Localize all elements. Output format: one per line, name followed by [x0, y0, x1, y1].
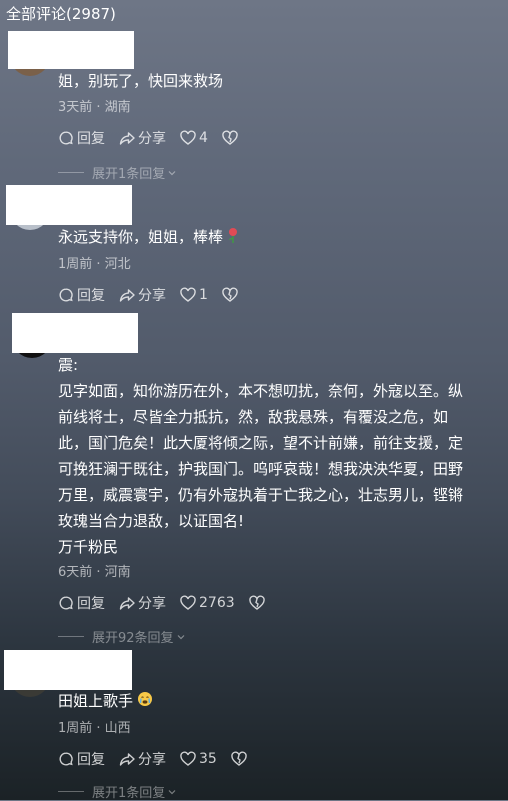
expand-replies-button[interactable]: 展开1条回复 [58, 782, 177, 801]
reply-label: 回复 [77, 288, 105, 304]
like-count: 1 [199, 287, 208, 303]
comment-text-line: 震: [58, 356, 79, 374]
reply-bubble-icon [59, 596, 73, 610]
dislike-button[interactable] [231, 751, 250, 767]
comment-actions: 回复 分享 35 [58, 749, 264, 769]
comment-text: 田姐上歌手 [58, 688, 502, 715]
like-button[interactable]: 1 [180, 287, 208, 303]
share-label: 分享 [138, 288, 166, 304]
like-count: 4 [199, 130, 208, 146]
redacted-username [12, 313, 138, 353]
reply-button[interactable]: 回复 [58, 593, 105, 613]
comment-meta: 3天前 · 湖南 [58, 100, 131, 115]
redacted-username [6, 185, 132, 225]
comment-actions: 回复 分享 1 [58, 285, 255, 305]
comment-text-line: 此，国门危矣！此大厦将倾之际，望不计前嫌，前往支援，定 [58, 434, 464, 452]
share-button[interactable]: 分享 [119, 593, 166, 613]
expand-divider [58, 791, 84, 792]
comment-actions: 回复 分享 4 [58, 128, 255, 148]
reply-button[interactable]: 回复 [58, 285, 105, 305]
dislike-button[interactable] [248, 595, 268, 611]
comment-meta: 1周前 · 山西 [58, 721, 131, 736]
reply-bubble-icon [59, 288, 73, 302]
comment-text-line: 万千粉民 [58, 538, 119, 556]
chevron-down-icon [177, 634, 184, 639]
share-arrow-icon [119, 597, 135, 610]
comment-text-content: 田姐上歌手 [58, 692, 134, 710]
like-count: 2763 [199, 595, 235, 611]
reply-button[interactable]: 回复 [58, 128, 105, 148]
reply-label: 回复 [77, 131, 105, 147]
comment-text-line: 玫瑰当合力退敌，以证国名! [58, 512, 245, 530]
comment-text: 姐，别玩了，快回来救场 [58, 72, 224, 90]
expand-replies-label: 展开1条回复 [92, 167, 166, 182]
expand-replies-button[interactable]: 展开92条回复 [58, 627, 186, 646]
reply-bubble-icon [59, 131, 73, 145]
like-button[interactable]: 2763 [180, 595, 235, 611]
reply-button[interactable]: 回复 [58, 749, 105, 769]
heart-icon [180, 595, 196, 610]
page-title: 全部评论(2987) [6, 5, 116, 23]
like-button[interactable]: 4 [180, 130, 208, 146]
comment-meta: 1周前 · 河北 [58, 257, 131, 272]
rose-icon [227, 225, 239, 251]
expand-divider [58, 172, 84, 173]
crying-face-icon [137, 689, 153, 715]
redacted-username [8, 31, 134, 69]
comment-actions: 回复 分享 2763 [58, 593, 282, 613]
share-label: 分享 [138, 596, 166, 612]
share-label: 分享 [138, 752, 166, 768]
comment-text: 永远支持你，姐姐，棒棒 [58, 224, 502, 251]
heart-icon [180, 751, 196, 766]
share-button[interactable]: 分享 [119, 285, 166, 305]
reply-label: 回复 [77, 596, 105, 612]
chevron-down-icon [168, 789, 176, 794]
like-count: 35 [199, 751, 217, 767]
dislike-button[interactable] [222, 287, 241, 303]
heart-icon [180, 287, 196, 302]
reply-label: 回复 [77, 752, 105, 768]
chevron-down-icon [168, 170, 176, 175]
comment-meta: 6天前 · 河南 [58, 565, 131, 580]
heart-icon [180, 130, 196, 145]
share-button[interactable]: 分享 [119, 128, 166, 148]
expand-replies-label: 展开1条回复 [92, 786, 166, 801]
redacted-username [4, 650, 132, 690]
share-arrow-icon [119, 289, 135, 302]
share-arrow-icon [119, 132, 135, 145]
comment-text-content: 永远支持你，姐姐，棒棒 [58, 228, 224, 246]
expand-replies-button[interactable]: 展开1条回复 [58, 163, 177, 182]
expand-divider [58, 636, 84, 637]
broken-heart-icon [231, 751, 247, 766]
comment-text-line: 见字如面，知你游历在外，本不想叨扰，奈何，外寇以至。纵 [58, 382, 464, 400]
expand-replies-label: 展开92条回复 [92, 631, 174, 646]
reply-bubble-icon [59, 752, 73, 766]
broken-heart-icon [248, 595, 265, 610]
share-button[interactable]: 分享 [119, 749, 166, 769]
like-button[interactable]: 35 [180, 751, 217, 767]
share-label: 分享 [138, 131, 166, 147]
broken-heart-icon [222, 287, 238, 302]
comment-text-line: 可挽狂澜于既往，护我国门。呜呼哀哉！想我泱泱华夏，田野 [58, 460, 464, 478]
comment-text: 震: 见字如面，知你游历在外，本不想叨扰，奈何，外寇以至。纵 前线将士，尽皆全力… [58, 352, 502, 560]
comment-text-line: 万里，威震寰宇，仍有外寇执着于亡我之心，壮志男儿，铿锵 [58, 486, 464, 504]
broken-heart-icon [222, 130, 238, 145]
comment-text-line: 前线将士，尽皆全力抵抗，然，敌我悬殊，有覆没之危，如 [58, 408, 449, 426]
share-arrow-icon [119, 753, 135, 766]
dislike-button[interactable] [222, 130, 241, 146]
